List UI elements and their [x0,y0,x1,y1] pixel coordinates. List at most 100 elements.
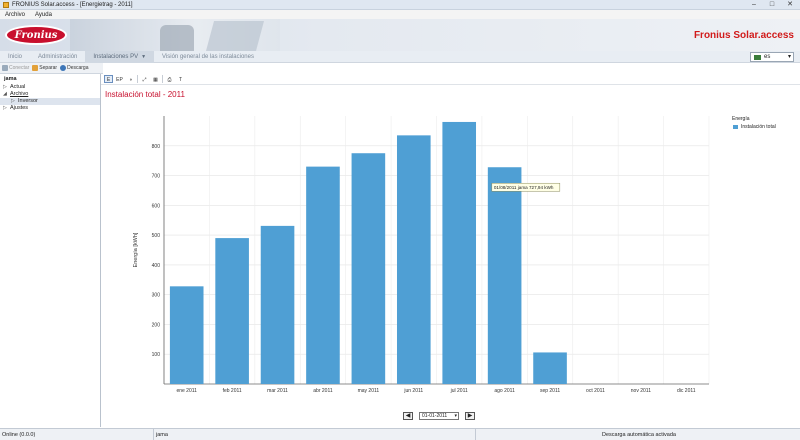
x-tick-label: jul 2011 [450,388,468,394]
menu-archivo[interactable]: Archivo [0,12,30,18]
pie-chart-icon[interactable]: ◑ [126,75,135,83]
nav-instalaciones-label: Instalaciones PV [93,53,139,60]
chevron-down-icon: ▾ [787,54,791,60]
legend-title: Energía [732,116,750,122]
download-button[interactable]: Descarga [60,65,89,71]
previous-period-button[interactable]: ◀ [403,412,413,420]
zoom-icon[interactable]: ⤢ [140,75,149,83]
y-tick-label: 500 [152,233,161,239]
caret-down-icon: ▼ [141,53,147,60]
status-download: Descarga automática activada [602,431,676,438]
legend-label: Instalación total [741,124,776,130]
energy-bar-chart: 100 200 300 400 500 600 700 800 Energía [kWh] ene… [133,116,710,394]
x-tick-label: nov 2011 [631,388,651,394]
sidebar-tree: jama ▷ Actual ◢ Archivo ▷ Inversor ▷ Ajustes [0,74,101,427]
tree-root-system[interactable]: jama [0,74,100,84]
chart-toolbar: E EP ◑ ⤢ ▦ ⎙ T [101,74,800,85]
connect-label: Conectar [9,65,30,71]
x-tick-label: sep 2011 [540,388,560,394]
bar-ene-2011 [169,286,204,384]
chart-legend: Energía Instalación total [732,116,776,130]
bar-feb-2011 [215,238,249,384]
header-banner: Fronius Fronius Solar.access [0,19,800,51]
date-pager: ◀ 01-01-2011 ▾ ▶ [403,412,475,420]
nav-instalaciones-pv[interactable]: Instalaciones PV ▼ [85,50,155,63]
close-button[interactable]: ✕ [784,1,796,8]
tooltip-text: 01/08/2011 jama 727,94 kWh [494,185,554,190]
separate-button[interactable]: Separar [32,65,57,71]
fronius-logo: Fronius [5,25,67,45]
x-tick-label: mar 2011 [267,388,288,394]
table-icon[interactable]: ▦ [151,75,160,83]
text-icon[interactable]: T [176,75,185,83]
next-period-button[interactable]: ▶ [465,412,475,420]
menu-ayuda[interactable]: Ayuda [30,12,57,18]
tree-item-actual[interactable]: ▷ Actual [0,84,100,91]
date-value: 01-01-2011 [422,413,448,419]
status-connection: Online (0.0.0) [0,428,154,440]
collapse-icon[interactable]: ◢ [3,91,10,98]
legend-entry: Instalación total [732,124,776,130]
status-system: jama [154,428,476,440]
tree-item-archivo[interactable]: ◢ Archivo [0,91,100,98]
nav-inicio[interactable]: Inicio [0,51,30,63]
tree-item-ajustes[interactable]: ▷ Ajustes [0,105,100,112]
bar-jul-2011 [442,121,477,384]
chart-panel: E EP ◑ ⤢ ▦ ⎙ T Instalación total - 2011 … [101,74,800,427]
main-navbar: Inicio Administración Instalaciones PV ▼ … [0,50,800,63]
x-tick-label: ene 2011 [176,388,197,394]
statusbar: Online (0.0.0) jama Descarga automática … [0,428,800,440]
minimize-button[interactable]: – [748,1,760,8]
language-select[interactable]: es ▾ [750,52,794,62]
toolbar-divider [137,75,138,83]
energy-power-view-button[interactable]: EP [115,75,124,83]
tree-item-label: Ajustes [10,105,29,111]
tree-item-label: Archivo [10,91,29,97]
energy-view-button[interactable]: E [104,75,113,83]
tree-item-inversor[interactable]: ▷ Inversor [0,98,100,105]
bar-abr-2011 [306,166,340,384]
download-label: Descarga [67,65,89,71]
y-tick-label: 800 [152,144,161,150]
unplug-icon [32,65,39,71]
language-value: es [764,54,771,60]
tree-item-label: Actual [10,84,26,90]
flag-icon [754,54,761,60]
expand-icon[interactable]: ▷ [11,98,18,105]
menubar: Archivo Ayuda [0,10,800,19]
separate-label: Separar [39,65,58,71]
y-tick-label: 300 [152,293,161,299]
toolbar-divider [162,75,163,83]
x-tick-label: oct 2011 [586,388,605,394]
x-tick-label: abr 2011 [313,388,333,394]
maximize-button[interactable]: □ [766,1,778,8]
y-tick-label: 400 [152,263,161,269]
connection-toolbar: Conectar Separar Descarga [0,63,103,74]
chevron-down-icon: ▾ [454,413,457,419]
nav-administracion[interactable]: Administración [30,51,85,63]
bar-mar-2011 [260,225,295,384]
app-icon [3,1,9,8]
date-select[interactable]: 01-01-2011 ▾ [419,412,459,420]
x-tick-label: dic 2011 [677,388,696,394]
nav-vision-general[interactable]: Visión general de las instalaciones [154,51,262,63]
x-tick-label: jun 2011 [403,388,423,394]
print-icon[interactable]: ⎙ [165,75,174,83]
bar-jun-2011 [396,135,431,384]
tree-item-label: Inversor [18,98,38,104]
y-tick-label: 200 [152,322,161,328]
y-tick-label: 100 [152,352,161,358]
window-titlebar: FRONIUS Solar.access - [Energietrag - 20… [0,0,800,10]
x-tick-label: feb 2011 [223,388,242,394]
window-title: FRONIUS Solar.access - [Energietrag - 20… [12,1,133,8]
plug-icon [2,65,8,71]
expand-icon[interactable]: ▷ [3,84,10,91]
expand-icon[interactable]: ▷ [3,105,10,112]
bar-may-2011 [351,153,386,384]
connect-button[interactable]: Conectar [2,65,29,71]
download-icon [60,65,67,71]
logo-text: Fronius [14,29,58,41]
window-controls: – □ ✕ [748,1,796,8]
y-tick-label: 600 [152,203,161,209]
x-tick-label: may 2011 [358,388,380,394]
